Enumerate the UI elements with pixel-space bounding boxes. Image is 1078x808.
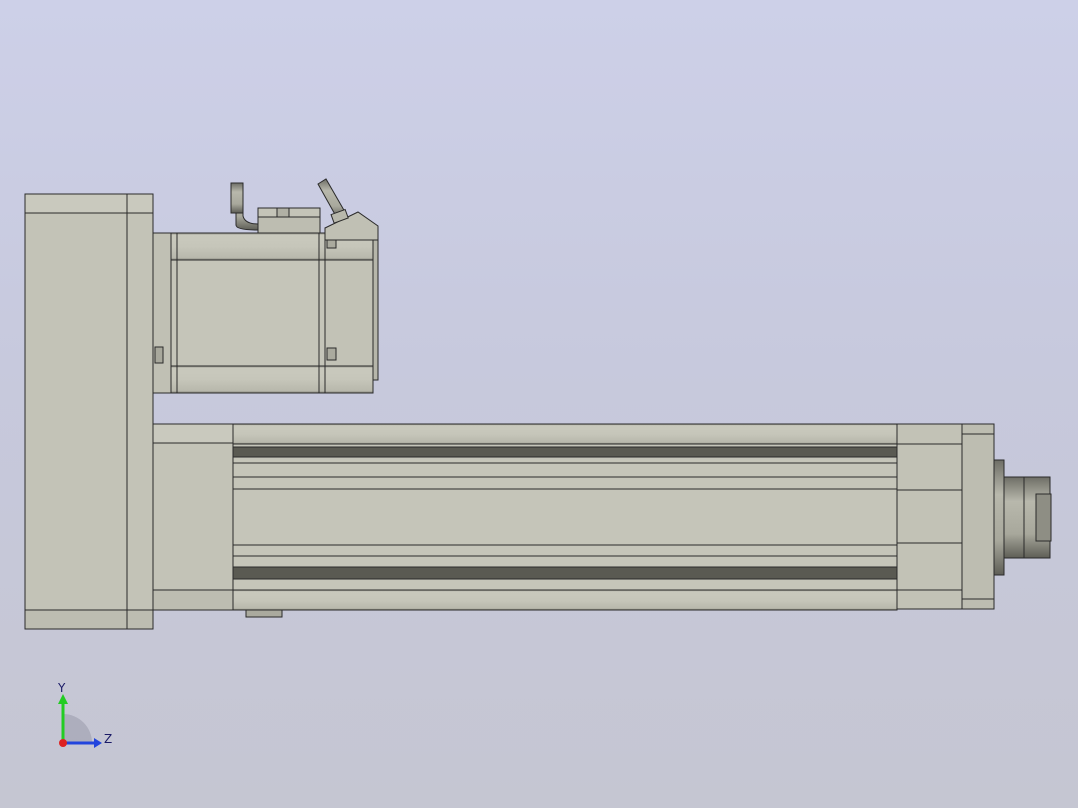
graphics-viewport[interactable]: Y Z	[0, 0, 1078, 808]
gear-housing	[24, 193, 154, 630]
z-arrow-head	[94, 738, 102, 748]
coordinate-triad: Y Z	[57, 681, 112, 748]
servo-motor	[170, 211, 379, 394]
actuator-tube	[152, 423, 898, 618]
y-axis-label: Y	[57, 681, 66, 695]
z-axis-label: Z	[104, 732, 112, 746]
y-arrow-head	[58, 694, 68, 704]
front-end-cap	[896, 423, 995, 610]
actuator-model[interactable]	[0, 0, 1078, 808]
triad-plane	[63, 714, 92, 743]
motor-flange	[152, 232, 172, 394]
x-axis-dot	[59, 739, 67, 747]
rod-end	[993, 459, 1052, 576]
